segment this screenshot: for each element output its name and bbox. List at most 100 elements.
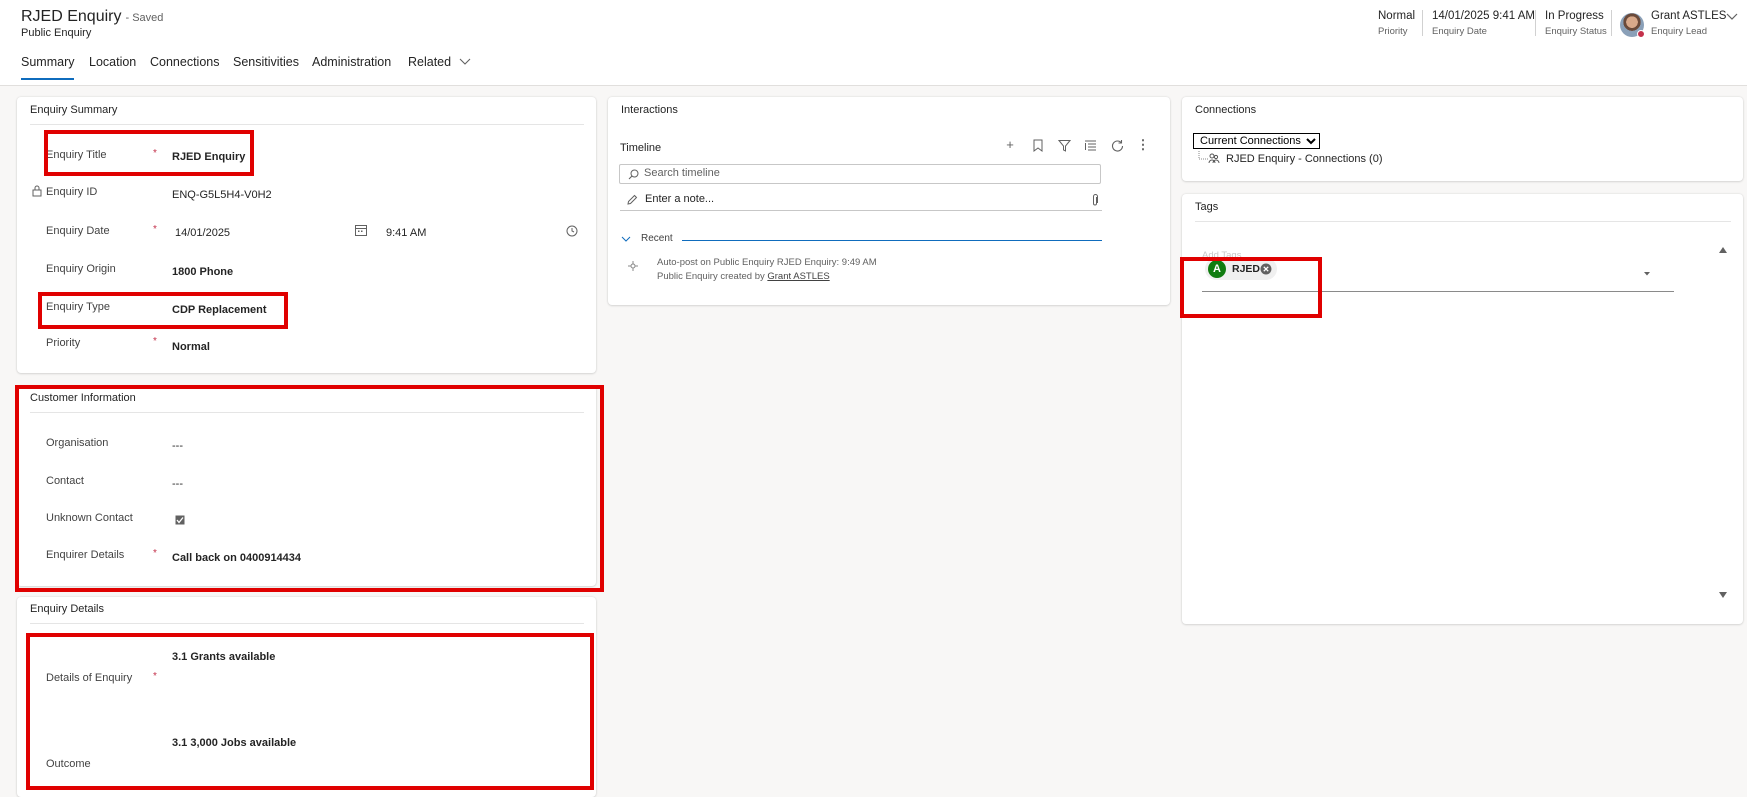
details-of-enquiry-label: Details of Enquiry (46, 672, 133, 684)
header-field-priority: Normal Priority (1378, 10, 1415, 37)
section-title: Connections (1195, 104, 1257, 116)
header-status-label: Enquiry Status (1545, 26, 1607, 37)
section-title: Enquiry Summary (30, 104, 118, 116)
auto-post-icon (628, 261, 638, 271)
unknown-contact-label: Unknown Contact (46, 512, 133, 524)
section-title: Interactions (621, 104, 678, 116)
tab-related[interactable]: Related (408, 55, 471, 69)
enquiry-type-value[interactable]: CDP Replacement (172, 304, 267, 316)
enter-note-placeholder: Enter a note... (645, 193, 715, 205)
header-status-value: In Progress (1545, 10, 1604, 22)
enquiry-title-label: Enquiry Title (46, 149, 107, 161)
tab-summary[interactable]: Summary (21, 55, 75, 80)
add-icon[interactable]: + (1003, 138, 1017, 152)
tag-chip[interactable]: A RJED (1205, 258, 1277, 280)
header-separator (1611, 10, 1612, 36)
outcome-value[interactable]: 3.1 3,000 Jobs available (172, 737, 296, 749)
section-title: Tags (1195, 201, 1219, 213)
timeline-post-header: Auto-post on Public Enquiry RJED Enquiry… (657, 257, 877, 268)
record-title-text: RJED Enquiry (21, 8, 122, 25)
organisation-value[interactable]: --- (172, 440, 183, 452)
chevron-down-icon[interactable] (1726, 12, 1738, 22)
enquiry-origin-value[interactable]: 1800 Phone (172, 266, 233, 278)
tab-administration[interactable]: Administration (312, 55, 391, 69)
required-marker: * (153, 336, 157, 347)
header-priority-value: Normal (1378, 10, 1416, 22)
enquiry-summary-section: Enquiry Summary Enquiry Title * RJED Enq… (17, 97, 596, 373)
chevron-down-icon[interactable] (621, 236, 631, 244)
filter-icon[interactable] (1058, 139, 1071, 152)
form-header: RJED Enquiry - Saved Public Enquiry Norma… (0, 0, 1747, 86)
more-options-icon[interactable]: ⋮ (1136, 138, 1150, 152)
priority-value[interactable]: Normal (172, 341, 210, 353)
header-field-lead: Grant ASTLES Enquiry Lead (1651, 10, 1726, 37)
enquiry-title-value[interactable]: RJED Enquiry (172, 151, 245, 163)
refresh-icon[interactable] (1111, 139, 1124, 152)
saved-status: - Saved (125, 12, 164, 24)
recent-label: Recent (641, 233, 673, 244)
enquiry-details-section: Enquiry Details 3.1 Grants available Det… (17, 597, 596, 797)
divider (30, 412, 584, 413)
enquiry-id-label: Enquiry ID (46, 186, 98, 198)
header-date-label: Enquiry Date (1432, 26, 1487, 37)
tree-connector-icon (1198, 151, 1220, 164)
header-field-status: In Progress Enquiry Status (1545, 10, 1607, 37)
connections-view-selector[interactable]: Current Connections (1193, 133, 1320, 149)
calendar-icon[interactable] (355, 224, 367, 236)
tab-related-label: Related (408, 55, 452, 69)
tab-sensitivities[interactable]: Sensitivities (233, 55, 299, 69)
header-separator (1535, 10, 1536, 36)
attachment-icon[interactable] (1091, 194, 1099, 207)
enquiry-time-input[interactable]: 9:41 AM (386, 227, 426, 239)
priority-label: Priority (46, 337, 81, 349)
enquiry-id-value: ENQ-G5L5H4-V0H2 (172, 189, 272, 201)
enquiry-type-label: Enquiry Type (46, 301, 111, 313)
search-timeline-input[interactable]: Search timeline (619, 164, 1101, 184)
lock-icon (32, 185, 42, 197)
scroll-down-icon[interactable] (1718, 591, 1728, 599)
scroll-up-icon[interactable] (1718, 246, 1728, 254)
header-priority-label: Priority (1378, 26, 1408, 37)
caret-down-icon[interactable] (1643, 271, 1651, 277)
timeline-post-body: Public Enquiry created by Grant ASTLES (657, 271, 830, 282)
remove-tag-icon[interactable] (1260, 263, 1272, 275)
header-field-enquiry-date: 14/01/2025 9:41 AM Enquiry Date (1432, 10, 1535, 37)
header-separator (1422, 10, 1423, 36)
enquiry-date-input[interactable]: 14/01/2025 (175, 227, 230, 239)
lead-avatar[interactable] (1620, 13, 1645, 38)
lead-name-link[interactable]: Grant ASTLES (1651, 10, 1726, 22)
required-marker: * (153, 148, 157, 159)
unknown-contact-checkbox[interactable] (175, 515, 185, 525)
enquirer-details-label: Enquirer Details (46, 549, 125, 561)
lead-label: Enquiry Lead (1651, 26, 1707, 37)
connections-tree-item[interactable]: RJED Enquiry - Connections (0) (1226, 153, 1383, 165)
tag-label: RJED (1232, 263, 1261, 275)
section-title: Enquiry Details (30, 603, 104, 615)
timeline-post-text: Public Enquiry created by (657, 271, 768, 282)
chevron-down-icon (459, 58, 470, 65)
customer-information-section: Customer Information Organisation --- Co… (17, 386, 596, 586)
search-timeline-placeholder: Search timeline (644, 167, 720, 179)
search-icon (628, 169, 639, 180)
details-of-enquiry-value[interactable]: 3.1 Grants available (172, 651, 275, 663)
enquirer-details-value[interactable]: Call back on 0400914434 (172, 552, 301, 564)
tab-location[interactable]: Location (89, 55, 136, 69)
tag-avatar: A (1208, 260, 1226, 278)
bookmark-icon[interactable] (1032, 139, 1044, 152)
required-marker: * (153, 548, 157, 559)
tags-section: Tags Add Tags A RJED (1182, 194, 1743, 624)
divider (30, 124, 584, 125)
record-title: RJED Enquiry - Saved (21, 8, 163, 26)
sort-list-icon[interactable] (1084, 139, 1097, 152)
enquiry-origin-label: Enquiry Origin (46, 263, 116, 275)
divider (1195, 221, 1731, 222)
pencil-icon (627, 194, 638, 205)
post-author-link[interactable]: Grant ASTLES (767, 271, 829, 282)
entity-name: Public Enquiry (21, 27, 92, 39)
header-date-value: 14/01/2025 9:41 AM (1432, 10, 1535, 22)
enter-note-input[interactable]: Enter a note... (620, 191, 1102, 211)
section-title: Customer Information (30, 392, 136, 404)
clock-icon[interactable] (566, 225, 578, 237)
tab-connections[interactable]: Connections (150, 55, 220, 69)
contact-value[interactable]: --- (172, 478, 183, 490)
